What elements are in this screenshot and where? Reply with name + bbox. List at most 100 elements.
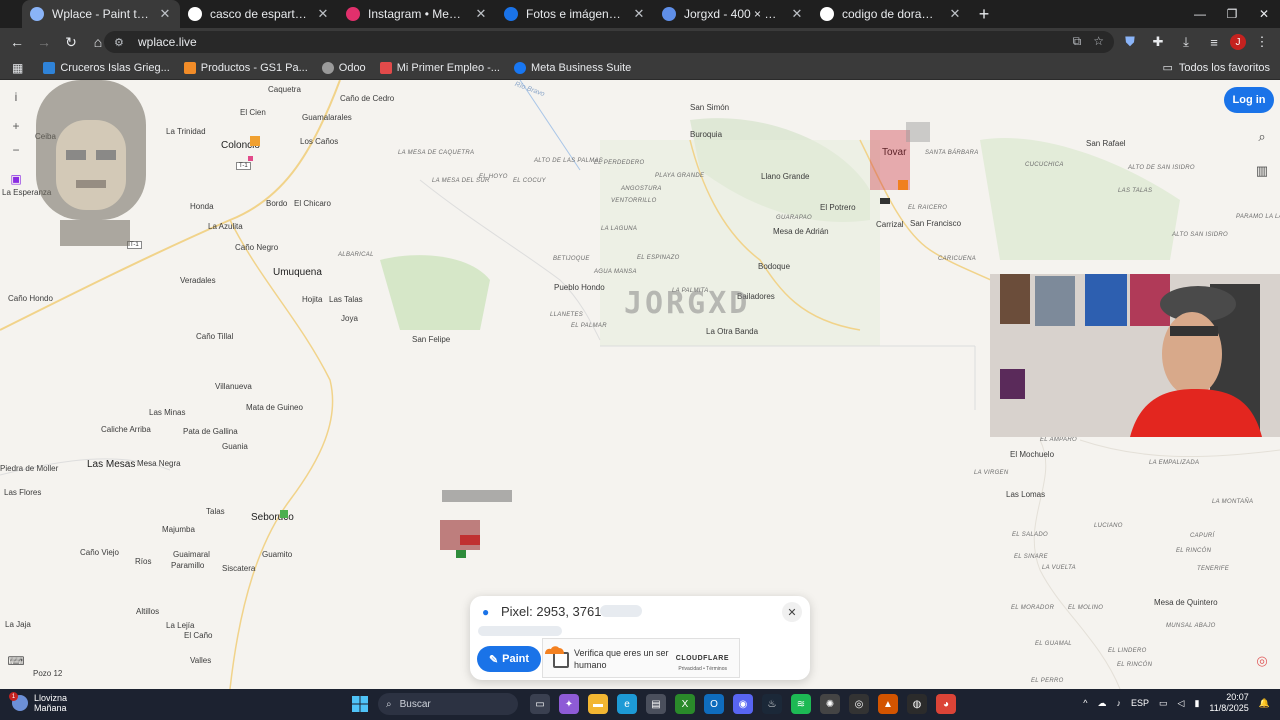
download-icon[interactable]: ⤓ (1174, 30, 1198, 54)
obs-studio-icon[interactable]: ◍ (907, 694, 927, 714)
weather-title: Llovizna (34, 693, 68, 703)
search-location-icon[interactable]: ⌕ (1252, 127, 1272, 147)
bookmark-icon (379, 61, 392, 74)
edge-icon[interactable]: e (617, 694, 637, 714)
app-icon[interactable]: ▲ (878, 694, 898, 714)
notification-badge: 1 (9, 692, 18, 701)
bookmark-item[interactable]: Odoo (321, 61, 366, 74)
locate-icon[interactable]: ◎ (1252, 651, 1272, 671)
leaderboard-icon[interactable]: ▥ (1252, 161, 1272, 181)
copilot-icon[interactable]: ✦ (559, 694, 579, 714)
paint-button[interactable]: ✎ Paint (477, 646, 541, 672)
weather-widget[interactable]: 1 Llovizna Mañana (9, 692, 68, 713)
cloud-icon[interactable]: ☁ (1098, 698, 1107, 709)
close-tab-icon[interactable]: ✕ (316, 6, 330, 22)
place-label: San Felipe (412, 335, 451, 344)
bookmark-star-icon[interactable]: ☆ (1093, 34, 1104, 49)
info-button[interactable]: i (6, 87, 26, 107)
forward-icon[interactable]: → (32, 30, 56, 54)
close-tab-icon[interactable]: ✕ (948, 6, 962, 22)
tab-instagram[interactable]: Instagram • Mensajes ✕ (338, 0, 496, 28)
tab-casco[interactable]: casco de espartano pixel - Goo ✕ (180, 0, 338, 28)
taskbar-search[interactable]: ⌕ Buscar (378, 693, 518, 715)
tab-jorgxd[interactable]: Jorgxd - 400 × 400 px ✕ (654, 0, 812, 28)
steam-icon[interactable]: ♨ (762, 694, 782, 714)
close-tab-icon[interactable]: ✕ (158, 6, 172, 22)
region-label: PARAMO LA LAGUNA (1236, 214, 1280, 220)
captcha-links[interactable]: Privacidad • Términos (678, 666, 727, 672)
chrome-icon[interactable]: ◕ (936, 694, 956, 714)
extensions-icon[interactable]: ✚ (1146, 30, 1170, 54)
cloudflare-captcha: Verifica que eres un ser humano CLOUDFLA… (542, 638, 740, 678)
window-controls: — ❐ ✕ (1184, 0, 1280, 28)
place-label: Altillos (136, 607, 160, 616)
close-tab-icon[interactable]: ✕ (632, 6, 646, 22)
zoom-out-button[interactable]: − (6, 140, 26, 160)
bookmark-item[interactable]: Meta Business Suite (513, 61, 631, 74)
world-map[interactable]: Caquetra Caño de Cedro El Cien Guamalarales… (0, 80, 1280, 689)
close-tab-icon[interactable]: ✕ (474, 6, 488, 22)
close-panel-button[interactable]: ✕ (782, 602, 802, 622)
language-indicator[interactable]: ESP (1131, 698, 1149, 708)
chatgpt-icon[interactable]: ✺ (820, 694, 840, 714)
restore-icon[interactable]: ❐ (1216, 0, 1248, 28)
bookmark-item[interactable]: Productos - GS1 Pa... (183, 61, 308, 74)
profile-avatar[interactable]: J (1230, 34, 1246, 50)
zoom-in-button[interactable]: + (6, 116, 26, 136)
captcha-checkbox[interactable] (553, 652, 569, 668)
tab-dorado[interactable]: codigo de dorado - Google Sea ✕ (812, 0, 970, 28)
region-label: ALTO DE LAS PALMAS (534, 158, 604, 164)
region-label: LA EMPALIZADA (1149, 460, 1200, 466)
outlook-icon[interactable]: O (704, 694, 724, 714)
reload-icon[interactable]: ↻ (59, 30, 83, 54)
bookmark-item[interactable]: Cruceros Islas Grieg... (43, 61, 170, 74)
notifications-icon[interactable]: 🔔 (1259, 698, 1270, 709)
discord-icon[interactable]: ◉ (733, 694, 753, 714)
spotify-icon[interactable]: ≋ (791, 694, 811, 714)
menu-icon[interactable]: ⋮ (1250, 30, 1274, 54)
chevron-up-icon[interactable]: ^ (1083, 698, 1087, 708)
minimize-icon[interactable]: — (1184, 0, 1216, 28)
address-bar[interactable]: ⚙ wplace.live ⧉ ☆ (104, 31, 1114, 53)
place-label: Mesa de Adrián (773, 227, 829, 236)
clock[interactable]: 20:07 11/8/2025 (1209, 692, 1248, 714)
login-button[interactable]: Log in (1224, 87, 1274, 113)
media-icon[interactable]: ≡ (1202, 30, 1226, 54)
tab-fotos[interactable]: Fotos e imágenes de Mujer rela ✕ (496, 0, 654, 28)
windows-start-icon[interactable] (352, 696, 368, 712)
back-icon[interactable]: ← (5, 30, 29, 54)
volume-icon[interactable]: ◁ (1178, 698, 1185, 709)
install-app-icon[interactable]: ⧉ (1073, 34, 1082, 49)
place-label: San Simón (690, 103, 730, 112)
place-label: Siscatera (222, 564, 256, 573)
close-tab-icon[interactable]: ✕ (790, 6, 804, 22)
cloudflare-brand: CLOUDFLARE (675, 655, 729, 662)
obs-icon[interactable]: ◎ (849, 694, 869, 714)
store-icon[interactable]: ▤ (646, 694, 666, 714)
region-label: EL SINARE (1014, 554, 1048, 560)
bookmark-item[interactable]: Mi Primer Empleo -... (379, 61, 500, 74)
all-bookmarks[interactable]: ▭ Todos los favoritos (1162, 61, 1270, 75)
network-icon[interactable]: ▭ (1159, 698, 1168, 709)
place-label: Joya (341, 314, 358, 323)
apps-grid-icon[interactable]: ▦ (12, 61, 23, 75)
xbox-icon[interactable]: X (675, 694, 695, 714)
place-label: Llano Grande (761, 172, 810, 181)
file-explorer-icon[interactable]: ▬ (588, 694, 608, 714)
battery-icon[interactable]: ▮ (1194, 698, 1199, 709)
region-label: LA VUELTA (1042, 565, 1076, 571)
keyboard-icon[interactable]: ⌨ (6, 651, 26, 671)
cloudflare-icon (545, 646, 564, 654)
task-view-icon[interactable]: ▭ (530, 694, 550, 714)
tab-wplace[interactable]: Wplace - Paint the world ✕ (22, 0, 180, 28)
twitch-icon[interactable]: ▣ (6, 169, 26, 189)
loading-placeholder (600, 605, 642, 617)
site-info-icon[interactable]: ⚙ (114, 36, 128, 49)
microphone-icon[interactable]: ♪ (1117, 698, 1122, 708)
region-label: CUCUCHICA (1025, 162, 1064, 168)
region-label: EL MOLINO (1068, 605, 1104, 611)
close-window-icon[interactable]: ✕ (1248, 0, 1280, 28)
region-label: EL LINDERO (1108, 648, 1147, 654)
extension-shield-icon[interactable]: ⛊ (1118, 30, 1142, 54)
new-tab-button[interactable]: + (970, 0, 998, 28)
